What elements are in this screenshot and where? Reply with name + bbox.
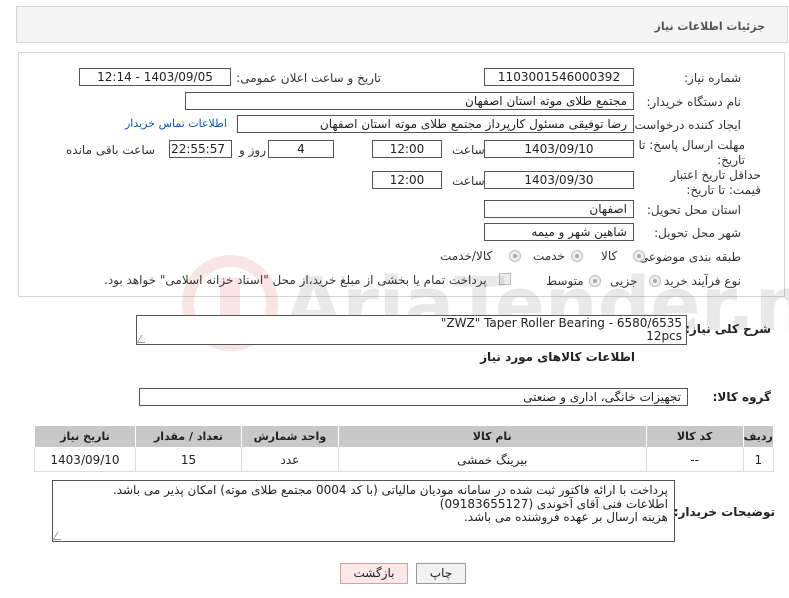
- province-label: استان محل تحویل:: [646, 203, 741, 217]
- city-label: شهر محل تحویل:: [654, 226, 741, 240]
- print-button[interactable]: چاپ: [416, 563, 466, 584]
- cell-row: 1: [742, 447, 775, 472]
- category-goods-service-label: کالا/خدمت: [440, 249, 493, 263]
- back-button[interactable]: بازگشت: [340, 563, 408, 584]
- cell-unit: عدد: [240, 447, 339, 472]
- deadline-time-label: ساعت: [452, 143, 485, 157]
- col-qty: تعداد / مقدار: [134, 425, 242, 448]
- buyer-note-line: هزینه ارسال بر عهده فروشنده می باشد.: [463, 510, 668, 524]
- table-row: 1 -- بیرینگ خمشی عدد 15 1403/09/10: [34, 447, 775, 472]
- deadline-time-field: 12:00: [372, 140, 442, 158]
- remaining-time-label: ساعت باقی مانده: [66, 143, 156, 157]
- price-validity-time-field: 12:00: [372, 171, 442, 189]
- need-number-field: 1103001546000392: [484, 68, 634, 86]
- category-radio-service[interactable]: [571, 250, 583, 262]
- process-medium-label: متوسط: [546, 274, 584, 288]
- process-radio-medium[interactable]: [589, 275, 601, 287]
- process-minor-label: جزیی: [610, 274, 638, 288]
- announce-datetime-field: 1403/09/05 - 12:14: [79, 68, 231, 86]
- cell-qty: 15: [134, 447, 242, 472]
- cell-name: بیرینگ خمشی: [337, 447, 647, 472]
- deadline-date-field: 1403/09/10: [484, 140, 634, 158]
- col-name: نام کالا: [337, 425, 647, 448]
- description-line-2: 12pcs: [646, 329, 682, 343]
- description-field: "ZWZ" Taper Roller Bearing - 6580/6535 1…: [136, 315, 687, 345]
- col-code: کد کالا: [645, 425, 744, 448]
- process-label: نوع فرآیند خرید :: [656, 274, 741, 288]
- resize-handle-icon[interactable]: [52, 532, 66, 540]
- process-radio-minor[interactable]: [649, 275, 661, 287]
- cell-date: 1403/09/10: [34, 447, 136, 472]
- deadline-label: مهلت ارسال پاسخ: تا تاریخ:: [638, 138, 745, 167]
- creator-label: ایجاد کننده درخواست:: [630, 118, 741, 132]
- category-label: طبقه بندی موضوعی:: [634, 250, 741, 264]
- announce-label: تاریخ و ساعت اعلان عمومی:: [236, 71, 381, 85]
- buyer-notes-field: پرداخت با ارائه فاکتور ثبت شده در سامانه…: [52, 480, 675, 542]
- col-unit: واحد شمارش: [240, 425, 339, 448]
- days-label: روز و: [239, 143, 266, 157]
- description-line-1: "ZWZ" Taper Roller Bearing - 6580/6535: [440, 316, 682, 330]
- category-goods-label: کالا: [601, 249, 618, 263]
- remaining-time-field: 22:55:57: [169, 140, 232, 158]
- col-date: تاریخ نیاز: [34, 425, 136, 448]
- treasury-payment-checkbox[interactable]: [499, 273, 511, 285]
- cell-code: --: [645, 447, 744, 472]
- goods-section-title: اطلاعات کالاهای مورد نیاز: [480, 350, 635, 364]
- treasury-payment-note: پرداخت تمام یا بخشی از مبلغ خرید،از محل …: [104, 273, 487, 287]
- buyer-contact-link[interactable]: اطلاعات تماس خریدار: [125, 117, 227, 130]
- city-field: شاهین شهر و میمه: [484, 223, 634, 241]
- province-field: اصفهان: [484, 200, 634, 218]
- goods-table-header: ردیف کد کالا نام کالا واحد شمارش تعداد /…: [34, 425, 775, 448]
- days-remaining-field: 4: [268, 140, 334, 158]
- category-radio-goods-service[interactable]: [509, 250, 521, 262]
- goods-group-field: تجهیزات خانگی، اداری و صنعتی: [139, 388, 688, 406]
- creator-field: رضا توفیقی مسئول کارپرداز مجتمع طلای موت…: [237, 115, 634, 133]
- page-title: جزئیات اطلاعات نیاز: [654, 20, 766, 33]
- buyer-notes-label: توضیحات خریدار:: [673, 505, 775, 519]
- goods-group-label: گروه کالا:: [712, 390, 771, 404]
- buyer-note-line: اطلاعات فنی آقای آخوندی (09183655127): [439, 496, 668, 511]
- buyer-org-field: مجتمع طلای موته استان اصفهان: [185, 92, 634, 110]
- buyer-org-label: نام دستگاه خریدار:: [646, 95, 742, 109]
- category-service-label: خدمت: [533, 249, 565, 263]
- price-validity-date-field: 1403/09/30: [484, 171, 634, 189]
- description-label: شرح کلی نیاز:: [685, 322, 771, 336]
- need-number-label: شماره نیاز:: [684, 71, 741, 85]
- price-validity-label: حداقل تاریخ اعتبار قیمت: تا تاریخ:: [670, 168, 761, 197]
- category-radio-goods[interactable]: [633, 250, 645, 262]
- price-validity-time-label: ساعت: [452, 174, 485, 188]
- goods-table: ردیف کد کالا نام کالا واحد شمارش تعداد /…: [34, 425, 775, 472]
- page-header: جزئیات اطلاعات نیاز: [16, 6, 788, 43]
- col-row: ردیف: [742, 425, 775, 448]
- buyer-note-line: پرداخت با ارائه فاکتور ثبت شده در سامانه…: [112, 483, 668, 497]
